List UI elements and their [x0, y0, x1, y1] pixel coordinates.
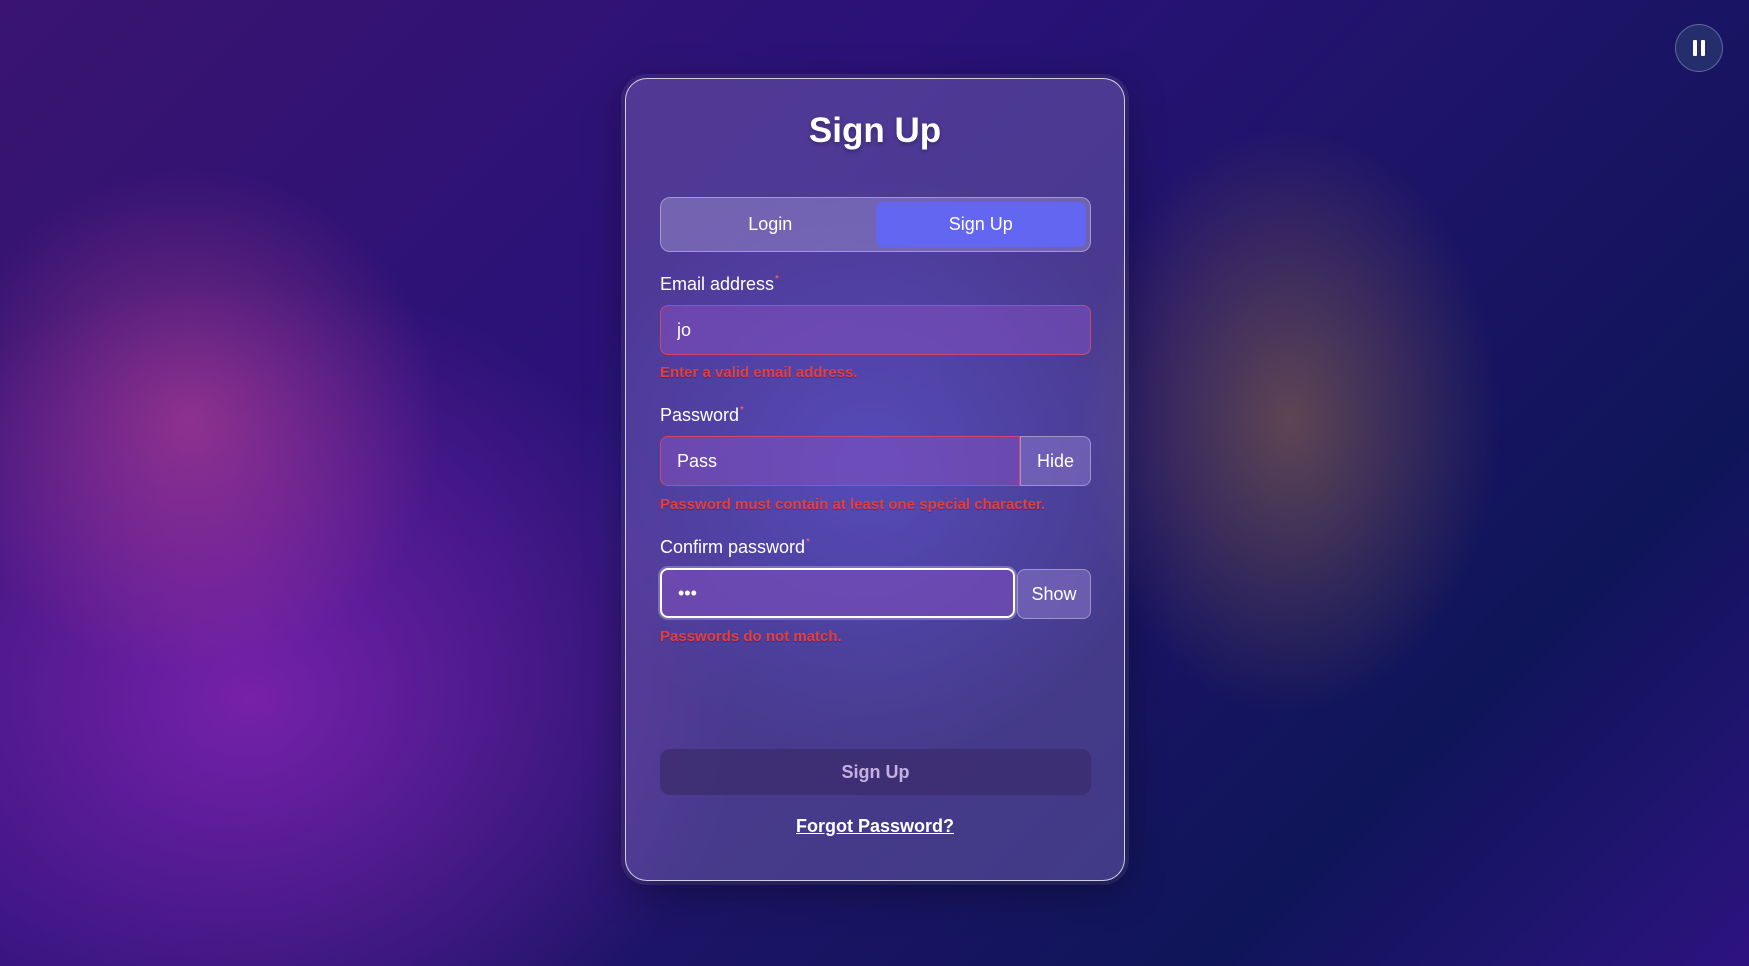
- required-marker: *: [775, 274, 779, 285]
- confirm-password-label: Confirm password*: [660, 537, 810, 558]
- confirm-password-input[interactable]: [660, 568, 1015, 618]
- required-marker: *: [740, 405, 744, 416]
- confirm-password-show-button[interactable]: Show: [1017, 569, 1091, 619]
- tab-signup[interactable]: Sign Up: [875, 202, 1086, 247]
- confirm-password-error: Passwords do not match.: [660, 628, 842, 645]
- email-error: Enter a valid email address.: [660, 364, 858, 381]
- forgot-password-link[interactable]: Forgot Password?: [626, 816, 1124, 837]
- password-input[interactable]: [660, 436, 1020, 486]
- tab-login[interactable]: Login: [665, 202, 876, 247]
- pause-icon: [1693, 40, 1697, 56]
- auth-tabs: Login Sign Up: [660, 197, 1091, 252]
- signup-card: Sign Up Login Sign Up Email address* Ent…: [625, 78, 1125, 881]
- password-error: Password must contain at least one speci…: [660, 496, 1046, 513]
- email-label-text: Email address: [660, 274, 775, 294]
- page-title: Sign Up: [808, 111, 942, 150]
- password-hide-button[interactable]: Hide: [1020, 436, 1091, 486]
- password-label: Password*: [660, 405, 744, 426]
- email-input[interactable]: [660, 305, 1091, 355]
- confirm-password-label-text: Confirm password: [660, 537, 806, 557]
- password-label-text: Password: [660, 405, 740, 425]
- required-marker: *: [806, 537, 810, 548]
- pause-icon-bar: [1701, 40, 1705, 56]
- pause-button[interactable]: [1675, 24, 1723, 72]
- email-label: Email address*: [660, 274, 779, 295]
- signup-submit-button[interactable]: Sign Up: [660, 749, 1091, 795]
